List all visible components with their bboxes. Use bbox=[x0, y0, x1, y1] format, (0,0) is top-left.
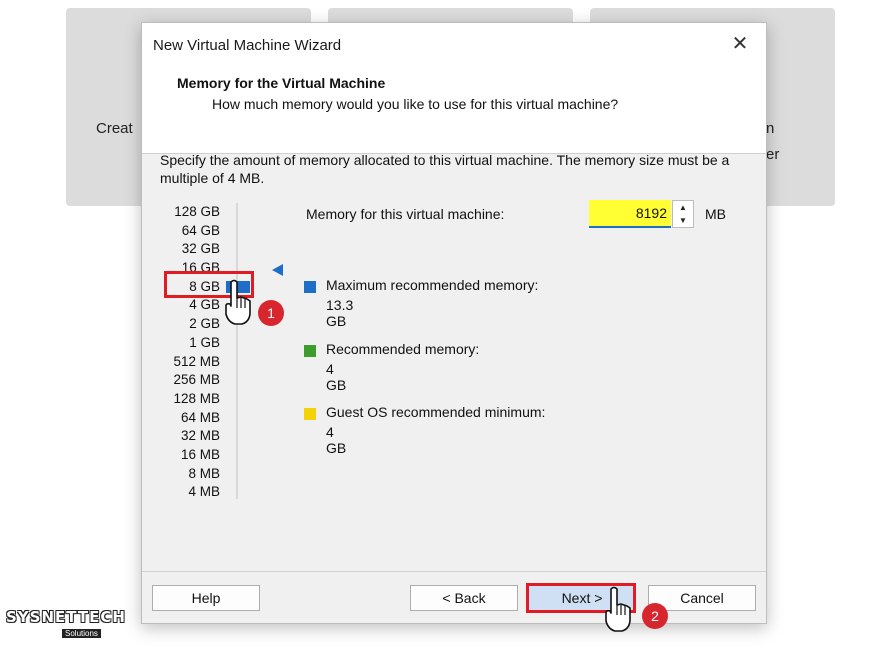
scale-label: 32 GB bbox=[181, 241, 220, 257]
scale-label: 16 MB bbox=[180, 446, 220, 462]
memory-scale: 128 GB 64 GB 32 GB 16 GB 8 GB 4 GB 2 GB … bbox=[160, 203, 220, 502]
scale-label: 8 MB bbox=[188, 465, 220, 481]
legend-label: Guest OS recommended minimum: bbox=[326, 404, 546, 420]
scale-label: 64 GB bbox=[181, 222, 220, 238]
scale-label: 1 GB bbox=[189, 334, 220, 350]
scale-label: 4 GB bbox=[189, 297, 220, 313]
legend-swatch-green bbox=[304, 345, 316, 357]
description-text: Specify the amount of memory allocated t… bbox=[160, 152, 730, 186]
hand-cursor-icon bbox=[225, 279, 251, 325]
scale-label: 64 MB bbox=[180, 409, 220, 425]
header-title: Memory for the Virtual Machine bbox=[177, 75, 386, 91]
step-badge-2: 2 bbox=[642, 603, 668, 629]
background-card-right-text-1: n bbox=[766, 120, 775, 137]
step-badge-1: 1 bbox=[258, 300, 284, 326]
dialog-title: New Virtual Machine Wizard bbox=[153, 36, 342, 54]
memory-spinner[interactable]: ▲ ▼ bbox=[672, 200, 694, 228]
title-bar: New Virtual Machine Wizard bbox=[142, 23, 766, 67]
legend-swatch-yellow bbox=[304, 408, 316, 420]
wizard-header: Memory for the Virtual Machine How much … bbox=[142, 67, 766, 154]
hand-cursor-icon bbox=[605, 586, 631, 632]
legend-value: 4 GB bbox=[326, 361, 347, 393]
legend-value: 4 GB bbox=[326, 424, 347, 456]
scale-label: 128 MB bbox=[173, 390, 220, 406]
close-icon[interactable]: ✕ bbox=[728, 32, 752, 56]
legend-value: 13.3 GB bbox=[326, 297, 354, 329]
legend-swatch-blue bbox=[304, 281, 316, 293]
back-button[interactable]: < Back bbox=[410, 585, 518, 611]
watermark-sub: Solutions bbox=[62, 629, 101, 638]
memory-input[interactable] bbox=[589, 200, 671, 228]
max-marker-icon bbox=[272, 264, 283, 276]
scale-label: 512 MB bbox=[173, 353, 220, 369]
header-subtitle: How much memory would you like to use fo… bbox=[212, 96, 619, 112]
scale-label: 4 MB bbox=[188, 484, 220, 500]
memory-label: Memory for this virtual machine: bbox=[306, 206, 505, 222]
memory-slider-track[interactable] bbox=[236, 203, 238, 499]
footer-separator bbox=[142, 571, 766, 572]
background-card-left-text: Creat bbox=[96, 120, 133, 137]
spin-down-icon[interactable]: ▼ bbox=[673, 214, 693, 227]
scale-label: 256 MB bbox=[173, 372, 220, 388]
watermark-brand: SYSNETTECH bbox=[6, 608, 126, 626]
background-card-right-text-2: er bbox=[766, 146, 780, 163]
scale-label: 2 GB bbox=[189, 316, 220, 332]
scale-label: 32 MB bbox=[180, 428, 220, 444]
legend-label: Maximum recommended memory: bbox=[326, 277, 539, 293]
scale-label: 128 GB bbox=[174, 204, 220, 219]
spin-up-icon[interactable]: ▲ bbox=[673, 201, 693, 214]
memory-unit: MB bbox=[705, 206, 726, 222]
legend-label: Recommended memory: bbox=[326, 341, 480, 357]
help-button[interactable]: Help bbox=[152, 585, 260, 611]
